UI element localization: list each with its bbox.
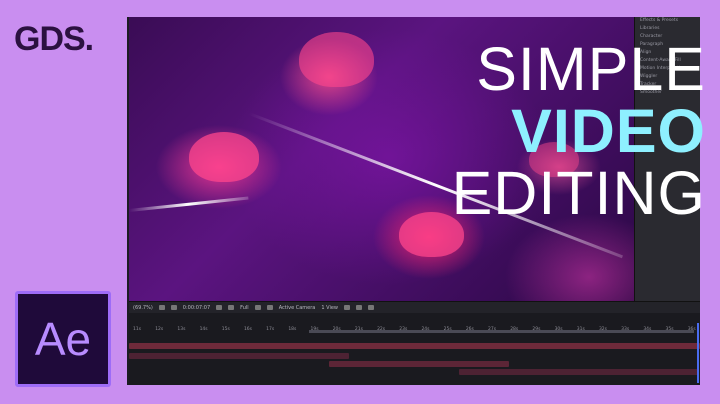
jellyfish-image bbox=[299, 32, 374, 87]
time-tick: 25s bbox=[443, 327, 452, 332]
time-tick: 18s bbox=[288, 327, 297, 332]
time-tick: 29s bbox=[532, 327, 541, 332]
jellyfish-image bbox=[189, 132, 259, 182]
time-tick: 33s bbox=[621, 327, 630, 332]
layer-bar[interactable] bbox=[329, 361, 509, 367]
time-tick: 32s bbox=[598, 327, 608, 332]
time-tick: 11s bbox=[133, 327, 142, 332]
camera-icon[interactable] bbox=[216, 305, 223, 310]
gds-logo: GDS. bbox=[14, 20, 94, 58]
time-tick: 34s bbox=[643, 327, 652, 332]
region-icon[interactable] bbox=[254, 305, 261, 310]
transparency-grid-icon[interactable] bbox=[266, 305, 273, 310]
timecode-display[interactable]: 0:00:07:07 bbox=[183, 305, 210, 311]
camera-dropdown[interactable]: Active Camera bbox=[279, 305, 316, 311]
time-tick: 23s bbox=[399, 327, 408, 332]
time-tick: 30s bbox=[554, 327, 563, 332]
headline-line3: EDITING bbox=[451, 159, 706, 228]
layer-bar[interactable] bbox=[129, 353, 349, 359]
time-tick: 28s bbox=[510, 327, 519, 332]
timeline-panel[interactable]: 11s 12s 13s 14s 15s 16s 17s 18s 19s 20s 21s 22s 23s 2… bbox=[129, 313, 700, 385]
time-tick: 16s bbox=[243, 327, 253, 332]
panel-item[interactable]: Effects & Presets bbox=[635, 17, 700, 25]
time-tick: 22s bbox=[377, 327, 386, 332]
time-tick: 17s bbox=[266, 327, 275, 332]
time-tick: 13s bbox=[177, 327, 186, 332]
time-tick: 35s bbox=[665, 327, 674, 332]
viewer-toolbar: (69.7%) 0:00:07:07 Full Active Camera 1 … bbox=[129, 301, 700, 313]
snapshot-icon[interactable] bbox=[344, 305, 351, 310]
panel-item[interactable]: Libraries bbox=[635, 25, 700, 33]
time-tick: 26s bbox=[465, 327, 474, 332]
after-effects-logo: Ae bbox=[15, 291, 111, 387]
headline-line2: VIDEO bbox=[511, 97, 706, 166]
layer-bar[interactable] bbox=[129, 343, 700, 349]
fast-preview-icon[interactable] bbox=[368, 305, 375, 310]
time-tick: 15s bbox=[221, 327, 230, 332]
layer-bar[interactable] bbox=[459, 369, 699, 375]
grid-icon[interactable] bbox=[158, 305, 165, 310]
playhead[interactable] bbox=[697, 323, 699, 383]
time-tick: 21s bbox=[354, 327, 363, 332]
time-tick: 12s bbox=[155, 327, 164, 332]
time-tick: 27s bbox=[488, 327, 497, 332]
time-tick: 20s bbox=[332, 327, 341, 332]
time-tick: 36s bbox=[687, 327, 696, 332]
time-tick: 31s bbox=[576, 327, 585, 332]
light-streak bbox=[128, 196, 249, 212]
view-layout-dropdown[interactable]: 1 View bbox=[321, 305, 338, 311]
time-tick: 14s bbox=[199, 327, 208, 332]
time-tick: 19s bbox=[310, 327, 319, 332]
time-tick: 24s bbox=[421, 327, 430, 332]
mask-icon[interactable] bbox=[170, 305, 177, 310]
show-snapshot-icon[interactable] bbox=[356, 305, 363, 310]
headline-line1: SIMPLE bbox=[476, 35, 706, 103]
time-ruler[interactable]: 11s 12s 13s 14s 15s 16s 17s 18s 19s 20s 21s 22s 23s 2… bbox=[129, 327, 700, 337]
resolution-dropdown[interactable]: Full bbox=[240, 305, 249, 311]
zoom-dropdown[interactable]: (69.7%) bbox=[133, 305, 153, 311]
color-icon[interactable] bbox=[228, 305, 235, 310]
video-title: SIMPLE VIDEO EDITING bbox=[452, 38, 706, 225]
